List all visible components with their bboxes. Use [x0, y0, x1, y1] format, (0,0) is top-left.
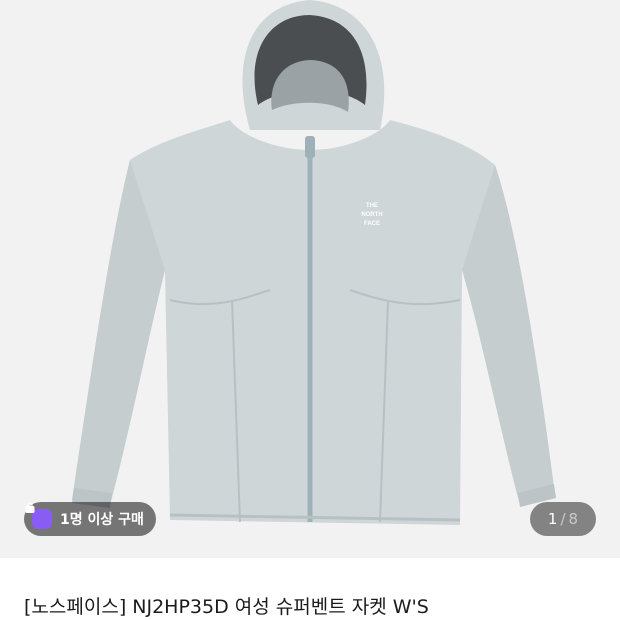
svg-text:FACE: FACE	[364, 221, 380, 227]
jacket-illustration: THE NORTH FACE	[72, 0, 556, 525]
page-separator: /	[560, 510, 566, 528]
svg-text:NORTH: NORTH	[361, 212, 382, 218]
buyer-count-label: 1명 이상 구매	[60, 512, 144, 528]
image-page-indicator: 1 / 8	[530, 502, 596, 536]
buyer-count-badge: 1명 이상 구매	[24, 502, 156, 536]
product-image[interactable]: THE NORTH FACE 1명 이상 구매 1 / 8	[0, 0, 620, 558]
current-page: 1	[547, 510, 558, 528]
total-pages: 8	[568, 510, 579, 528]
svg-text:THE: THE	[366, 203, 378, 209]
product-title: [노스페이스] NJ2HP35D 여성 슈퍼벤트 자켓 W'S	[24, 596, 429, 618]
shopping-bag-icon	[25, 502, 52, 529]
